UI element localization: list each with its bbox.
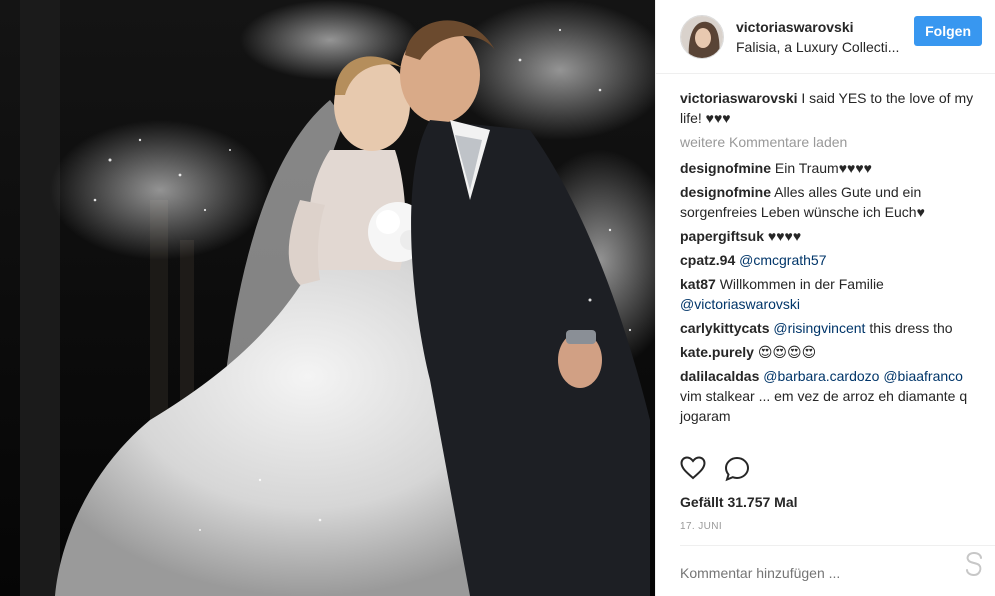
avatar[interactable] xyxy=(680,14,724,59)
comment-username[interactable]: kate.purely xyxy=(680,344,754,360)
comment-mention[interactable]: @victoriaswarovski xyxy=(680,296,800,312)
comment-text: vim stalkear ... em vez de arroz eh diam… xyxy=(680,388,968,424)
wedding-photo-image xyxy=(0,0,655,596)
comment-username[interactable]: cpatz.94 xyxy=(680,252,735,268)
avatar-image xyxy=(681,15,723,58)
comment-username[interactable]: kat87 xyxy=(680,276,716,292)
heart-icon[interactable] xyxy=(680,456,706,482)
comment-text: Willkommen in der Familie xyxy=(719,276,884,292)
comment-mention[interactable]: @biaafranco xyxy=(883,368,963,384)
comment-mention[interactable]: @barbara.cardozo xyxy=(763,368,879,384)
follow-button[interactable]: Folgen xyxy=(914,16,982,46)
comment-text: Ein Traum♥♥♥♥ xyxy=(774,160,872,176)
caption: victoriaswarovski I said YES to the love… xyxy=(680,88,976,128)
action-bar xyxy=(680,456,750,482)
add-comment-input[interactable] xyxy=(680,565,930,581)
comment-list: victoriaswarovski I said YES to the love… xyxy=(680,88,976,430)
post-date: 17. JUNI xyxy=(680,521,723,532)
caption-username[interactable]: victoriaswarovski xyxy=(680,90,798,106)
comment-item: carlykittycats @risingvincent this dress… xyxy=(680,318,976,338)
header-location[interactable]: Falisia, a Luxury Collecti... xyxy=(736,38,926,56)
more-options-icon[interactable] xyxy=(959,549,989,582)
header-username[interactable]: victoriaswarovski xyxy=(736,18,926,36)
comment-username[interactable]: dalilacaldas xyxy=(680,368,759,384)
comment-item: designofmine Alles alles Gute und ein so… xyxy=(680,182,976,222)
header-text: victoriaswarovski Falisia, a Luxury Coll… xyxy=(736,18,926,56)
post-header: victoriaswarovski Falisia, a Luxury Coll… xyxy=(656,0,995,74)
comment-mention[interactable]: @risingvincent xyxy=(773,320,865,336)
instagram-post: victoriaswarovski Falisia, a Luxury Coll… xyxy=(0,0,995,596)
comment-text: 😍😍😍😍 xyxy=(757,344,817,360)
comment-text: this dress tho xyxy=(869,320,953,336)
post-side-panel: victoriaswarovski Falisia, a Luxury Coll… xyxy=(655,0,995,596)
comment-item: cpatz.94 @cmcgrath57 xyxy=(680,250,976,270)
comment-text: ♥♥♥♥ xyxy=(767,228,802,244)
comment-username[interactable]: carlykittycats xyxy=(680,320,770,336)
comment-username[interactable]: designofmine xyxy=(680,184,771,200)
comment-username[interactable]: papergiftsuk xyxy=(680,228,764,244)
post-photo[interactable] xyxy=(0,0,655,596)
comment-item: kate.purely 😍😍😍😍 xyxy=(680,342,976,362)
comment-item: kat87 Willkommen in der Familie @victori… xyxy=(680,274,976,314)
likes-count[interactable]: Gefällt 31.757 Mal xyxy=(680,494,798,510)
comment-item: papergiftsuk ♥♥♥♥ xyxy=(680,226,976,246)
speech-bubble-icon[interactable] xyxy=(724,456,750,482)
comment-mention[interactable]: @cmcgrath57 xyxy=(739,252,826,268)
comment-item: designofmine Ein Traum♥♥♥♥ xyxy=(680,158,976,178)
load-more-comments[interactable]: weitere Kommentare laden xyxy=(680,132,976,152)
comment-username[interactable]: designofmine xyxy=(680,160,771,176)
comment-item: dalilacaldas @barbara.cardozo @biaafranc… xyxy=(680,366,976,426)
divider xyxy=(680,545,995,546)
